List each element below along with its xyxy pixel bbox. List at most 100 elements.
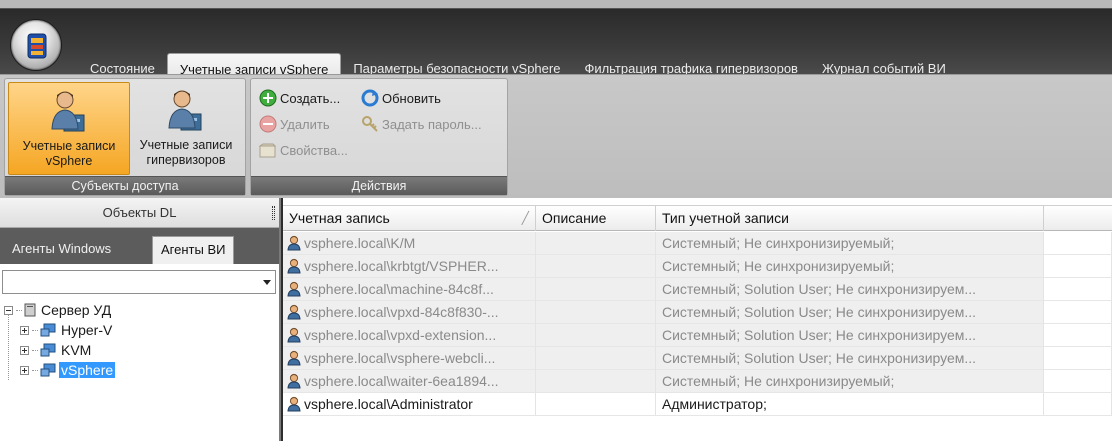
table-row[interactable]: vsphere.local\vsphere-webcli... Системный…	[283, 347, 1112, 370]
cell-filler	[1044, 347, 1112, 370]
cell-account-text: vsphere.local\vpxd-84c8f830-...	[304, 303, 499, 320]
hypervisor-icon	[40, 343, 56, 357]
accounts-grid: Учетная запись ╱ Описание Тип учетной за…	[283, 198, 1112, 441]
sort-ascending-icon: ╱	[521, 211, 529, 225]
column-header-filler	[1044, 206, 1112, 231]
cell-filler	[1044, 393, 1112, 416]
cell-account-text: vsphere.local\vsphere-webcli...	[304, 349, 496, 366]
tree-node-root[interactable]: Сервер УД	[4, 300, 111, 320]
cell-filler	[1044, 278, 1112, 301]
app-logo-icon	[27, 33, 47, 59]
objects-panel-title: Объекты DL	[102, 205, 177, 220]
add-icon	[259, 89, 277, 107]
tree-node-hyperv-label: Hyper-V	[61, 322, 113, 338]
cell-account-text: vsphere.local\krbtgt/VSPHER...	[304, 257, 499, 274]
vsphere-accounts-label: Учетные записи vSphere	[22, 139, 116, 168]
cell-account-type: Администратор;	[656, 393, 1044, 416]
set-password-button[interactable]: Задать пароль...	[361, 113, 482, 135]
cell-account-text: vsphere.local\waiter-6ea1894...	[304, 372, 499, 389]
tree-node-vsphere-label: vSphere	[59, 362, 116, 378]
table-row[interactable]: vsphere.local\machine-84c8f... Системный;…	[283, 278, 1112, 301]
set-password-label: Задать пароль...	[382, 116, 482, 132]
table-row[interactable]: vsphere.local\vpxd-84c8f830-... Системный…	[283, 301, 1112, 324]
cell-description	[536, 278, 656, 301]
delete-button[interactable]: Удалить	[259, 113, 330, 135]
hypervisor-accounts-button[interactable]: Учетные записи гипервизоров	[130, 82, 242, 175]
ribbon: Учетные записи vSphere Учетные записи ги…	[0, 74, 1112, 198]
vsphere-accounts-button[interactable]: Учетные записи vSphere	[8, 82, 130, 175]
tree-connector	[32, 349, 38, 351]
tree-node-kvm[interactable]: KVM	[20, 340, 91, 360]
user-account-icon	[287, 396, 301, 412]
user-account-icon	[287, 258, 301, 274]
objects-panel: Объекты DL Агенты Windows Агенты ВИ Серв…	[0, 198, 281, 441]
tree-node-vsphere[interactable]: vSphere	[20, 360, 116, 380]
tab-vi-agents[interactable]: Агенты ВИ	[152, 236, 235, 264]
tree-node-hyperv[interactable]: Hyper-V	[20, 320, 112, 340]
table-row[interactable]: vsphere.local\waiter-6ea1894... Системный…	[283, 370, 1112, 393]
table-row[interactable]: vsphere.local\Administrator Администратор…	[283, 393, 1112, 416]
cell-account: vsphere.local\krbtgt/VSPHER...	[283, 255, 536, 278]
agents-filter-combo[interactable]	[2, 270, 276, 294]
cell-account: vsphere.local\machine-84c8f...	[283, 278, 536, 301]
objects-panel-header: Объекты DL	[0, 198, 279, 228]
cell-account-type: Системный; Solution User; Не синхронизир…	[656, 301, 1044, 324]
cell-account: vsphere.local\vpxd-extension...	[283, 324, 536, 347]
cell-account-text: vsphere.local\machine-84c8f...	[304, 280, 494, 297]
cell-filler	[1044, 232, 1112, 255]
panel-grip-handle[interactable]	[272, 206, 275, 220]
cell-filler	[1044, 301, 1112, 324]
delete-label: Удалить	[280, 116, 330, 132]
table-row[interactable]: vsphere.local\krbtgt/VSPHER... Системный;…	[283, 255, 1112, 278]
cell-account-text: vsphere.local\vpxd-extension...	[304, 326, 497, 343]
column-header-account-type[interactable]: Тип учетной записи	[656, 206, 1044, 231]
cell-description	[536, 324, 656, 347]
tree-connector	[16, 309, 22, 311]
refresh-button[interactable]: Обновить	[361, 87, 441, 109]
collapse-icon[interactable]	[4, 305, 13, 315]
refresh-label: Обновить	[382, 90, 441, 106]
expand-icon[interactable]	[20, 365, 29, 375]
user-account-icon	[287, 350, 301, 366]
app-menu-button[interactable]	[10, 19, 62, 71]
server-icon	[24, 303, 36, 317]
column-header-account[interactable]: Учетная запись ╱	[283, 206, 536, 231]
table-row[interactable]: vsphere.local\vpxd-extension... Системный…	[283, 324, 1112, 347]
chevron-down-icon[interactable]	[263, 280, 271, 285]
user-account-icon	[287, 281, 301, 297]
key-icon	[362, 116, 378, 132]
user-account-icon	[287, 373, 301, 389]
title-bar: Состояние Учетные записи vSphere Парамет…	[0, 8, 1112, 83]
cell-account: vsphere.local\K/M	[283, 232, 536, 255]
vsphere-user-icon	[51, 91, 85, 132]
expand-icon[interactable]	[20, 345, 29, 355]
expand-icon[interactable]	[20, 325, 29, 335]
user-account-icon	[287, 235, 301, 251]
tree-connector	[32, 329, 38, 331]
table-row[interactable]: vsphere.local\K/M Системный; Не синхрониз…	[283, 232, 1112, 255]
create-button[interactable]: Создать...	[259, 87, 340, 109]
column-header-description[interactable]: Описание	[536, 206, 656, 231]
hypervisor-icon	[40, 323, 56, 337]
grid-header: Учетная запись ╱ Описание Тип учетной за…	[283, 205, 1112, 231]
tree-connector	[32, 369, 38, 371]
tree-guide-line	[8, 312, 9, 380]
cell-account-type: Системный; Не синхронизируемый;	[656, 370, 1044, 393]
tree-node-root-label: Сервер УД	[41, 302, 112, 318]
create-label: Создать...	[280, 90, 341, 106]
hypervisor-icon	[40, 363, 56, 377]
cell-account-text: vsphere.local\Administrator	[304, 395, 473, 412]
cell-account-type: Системный; Не синхронизируемый;	[656, 255, 1044, 278]
properties-icon	[259, 143, 277, 158]
ribbon-group-subjects-title: Субъекты доступа	[5, 176, 245, 195]
tab-windows-agents[interactable]: Агенты Windows	[4, 236, 119, 264]
delete-icon	[259, 115, 277, 133]
cell-description	[536, 347, 656, 370]
cell-account-type: Системный; Solution User; Не синхронизир…	[656, 347, 1044, 370]
cell-account: vsphere.local\vsphere-webcli...	[283, 347, 536, 370]
tree-node-kvm-label: KVM	[61, 342, 92, 358]
properties-button[interactable]: Свойства...	[259, 139, 348, 161]
cell-filler	[1044, 255, 1112, 278]
ribbon-group-actions: Создать... Обновить Удалить Задать парол…	[250, 78, 508, 196]
column-header-account-label: Учетная запись	[289, 210, 390, 226]
